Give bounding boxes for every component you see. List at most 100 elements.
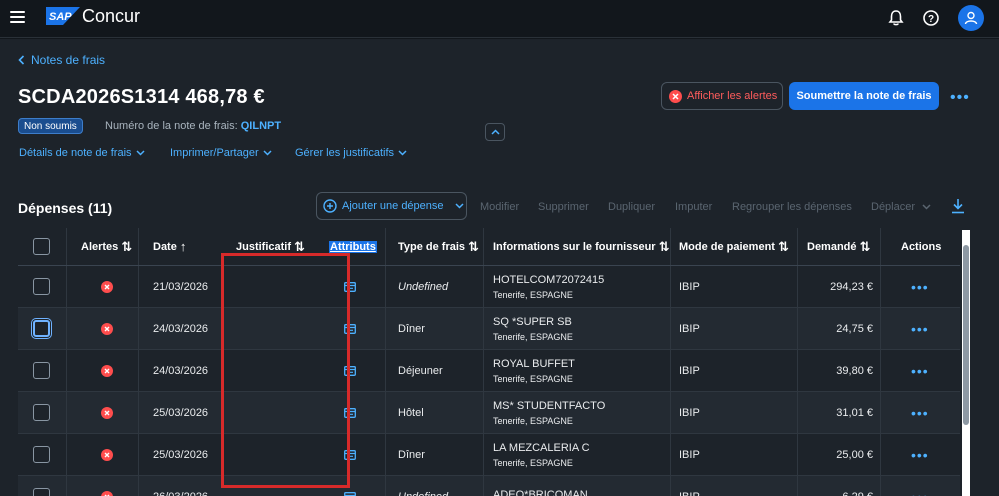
expense-type-cell: Dîner xyxy=(398,322,425,335)
move-button[interactable]: Déplacer xyxy=(871,201,931,213)
allocate-button[interactable]: Imputer xyxy=(675,201,712,213)
select-all-checkbox[interactable] xyxy=(33,238,50,255)
attributes-icon[interactable] xyxy=(344,323,356,334)
alert-cell xyxy=(101,434,113,475)
plus-circle-icon xyxy=(323,199,337,213)
attributes-icon[interactable] xyxy=(344,491,356,496)
row-checkbox[interactable] xyxy=(33,320,50,337)
attributes-icon[interactable] xyxy=(344,281,356,292)
error-icon[interactable] xyxy=(101,322,113,335)
subnav-report-details[interactable]: Détails de note de frais xyxy=(19,147,145,159)
edit-button[interactable]: Modifier xyxy=(480,201,519,213)
show-alerts-button[interactable]: Afficher les alertes xyxy=(661,82,783,110)
report-header: Notes de frais SCDA2026S1314 468,78 € No… xyxy=(0,39,999,174)
row-more-actions-button[interactable]: ••• xyxy=(911,279,929,295)
column-header-receipt[interactable]: Justificatif ⇅ xyxy=(236,228,305,265)
table-row[interactable]: 26/03/2026 Undefined ADEO*BRICOMAN IBIP 6,29… xyxy=(18,476,960,496)
row-more-actions-button[interactable]: ••• xyxy=(911,321,929,337)
error-icon[interactable] xyxy=(101,364,113,377)
error-icon[interactable] xyxy=(101,406,113,419)
column-header-attributes[interactable]: Attributs xyxy=(329,228,377,265)
amount-cell: 39,80 € xyxy=(836,364,873,377)
table-row[interactable]: 24/03/2026 Dîner SQ *SUPER SB Tenerife, ESP… xyxy=(18,308,960,350)
menu-icon[interactable] xyxy=(10,11,25,23)
amount-cell: 6,29 € xyxy=(807,476,873,496)
date-cell: 25/03/2026 xyxy=(153,406,209,419)
row-more-actions-button[interactable]: ••• xyxy=(911,489,929,496)
combine-expenses-button[interactable]: Regrouper les dépenses xyxy=(732,201,852,213)
row-more-actions-button[interactable]: ••• xyxy=(911,405,929,421)
row-actions-cell: ••• xyxy=(911,350,929,391)
chevron-down-icon xyxy=(922,204,931,210)
subnav-manage-receipts[interactable]: Gérer les justificatifs xyxy=(295,147,407,159)
row-checkbox[interactable] xyxy=(33,278,50,295)
vendor-location: Tenerife, ESPAGNE xyxy=(493,289,573,300)
back-link[interactable]: Notes de frais xyxy=(18,53,105,67)
row-actions-cell: ••• xyxy=(911,476,929,496)
payment-cell: IBIP xyxy=(679,476,700,496)
vendor-name: ROYAL BUFFET xyxy=(493,357,575,370)
vendor-location: Tenerife, ESPAGNE xyxy=(493,415,573,426)
alert-cell xyxy=(101,350,113,391)
chevron-down-icon xyxy=(263,150,272,156)
subnav-label: Gérer les justificatifs xyxy=(295,147,395,159)
status-badge: Non soumis xyxy=(18,118,83,134)
row-checkbox-cell xyxy=(33,266,50,307)
amount-cell: 25,00 € xyxy=(836,448,873,461)
row-checkbox-cell xyxy=(33,434,50,475)
column-header-payment[interactable]: Mode de paiement ⇅ xyxy=(679,228,789,265)
chevron-down-icon xyxy=(455,203,464,209)
table-row[interactable]: 25/03/2026 Dîner LA MEZCALERIA C Tenerife, … xyxy=(18,434,960,476)
sort-icon: ⇅ xyxy=(658,238,670,254)
payment-cell: IBIP xyxy=(679,280,700,293)
row-checkbox[interactable] xyxy=(33,488,50,496)
row-checkbox[interactable] xyxy=(33,446,50,463)
row-more-actions-button[interactable]: ••• xyxy=(911,363,929,379)
alert-cell xyxy=(101,308,113,349)
subnav-print-share[interactable]: Imprimer/Partager xyxy=(170,147,272,159)
report-number-label: Numéro de la note de frais: xyxy=(105,120,238,132)
shell-bar: SAP Concur ? xyxy=(0,0,999,38)
column-label: Alertes xyxy=(81,240,119,253)
scrollbar-thumb[interactable] xyxy=(963,245,969,425)
help-icon[interactable]: ? xyxy=(922,9,940,27)
row-checkbox[interactable] xyxy=(33,362,50,379)
user-avatar[interactable] xyxy=(958,5,984,31)
column-header-alerts[interactable]: Alertes ⇅ xyxy=(81,228,132,265)
column-label: Informations sur le fournisseur xyxy=(493,240,656,253)
add-expense-button[interactable]: Ajouter une dépense xyxy=(316,192,467,220)
submit-report-button[interactable]: Soumettre la note de frais xyxy=(789,82,939,110)
row-checkbox[interactable] xyxy=(33,404,50,421)
collapse-header-button[interactable] xyxy=(485,123,505,141)
attributes-icon[interactable] xyxy=(344,449,356,460)
back-link-label: Notes de frais xyxy=(31,53,106,67)
attributes-cell xyxy=(344,434,356,475)
column-header-expense-type[interactable]: Type de frais ⇅ xyxy=(398,228,479,265)
bell-icon[interactable] xyxy=(887,9,905,27)
duplicate-button[interactable]: Dupliquer xyxy=(608,201,655,213)
column-label: Mode de paiement xyxy=(679,240,775,253)
column-header-vendor[interactable]: Informations sur le fournisseur ⇅ xyxy=(493,228,670,265)
column-header-requested[interactable]: Demandé ⇅ xyxy=(807,228,870,265)
sort-icon: ⇅ xyxy=(777,238,789,254)
error-icon[interactable] xyxy=(101,280,113,293)
column-header-date[interactable]: Date ↑ xyxy=(153,228,186,265)
attributes-icon[interactable] xyxy=(344,407,356,418)
vendor-name: MS* STUDENTFACTO xyxy=(493,399,606,412)
subnav-label: Détails de note de frais xyxy=(19,147,132,159)
more-options-button[interactable]: ••• xyxy=(950,89,970,107)
sap-logo[interactable]: SAP xyxy=(46,7,80,25)
row-more-actions-button[interactable]: ••• xyxy=(911,447,929,463)
select-all-checkbox-cell xyxy=(33,228,50,265)
table-row[interactable]: 24/03/2026 Déjeuner ROYAL BUFFET Tenerife, … xyxy=(18,350,960,392)
error-icon[interactable] xyxy=(101,448,113,461)
expenses-title: Dépenses (11) xyxy=(18,200,113,216)
error-icon[interactable] xyxy=(101,490,113,496)
attributes-icon[interactable] xyxy=(344,365,356,376)
vendor-name: ADEO*BRICOMAN xyxy=(493,488,588,496)
table-row[interactable]: 25/03/2026 Hôtel MS* STUDENTFACTO Tenerife,… xyxy=(18,392,960,434)
delete-button[interactable]: Supprimer xyxy=(538,201,589,213)
expense-type-cell: Déjeuner xyxy=(398,364,443,377)
table-row[interactable]: 21/03/2026 Undefined HOTELCOM72072415 Tener… xyxy=(18,266,960,308)
download-icon[interactable] xyxy=(951,198,965,214)
